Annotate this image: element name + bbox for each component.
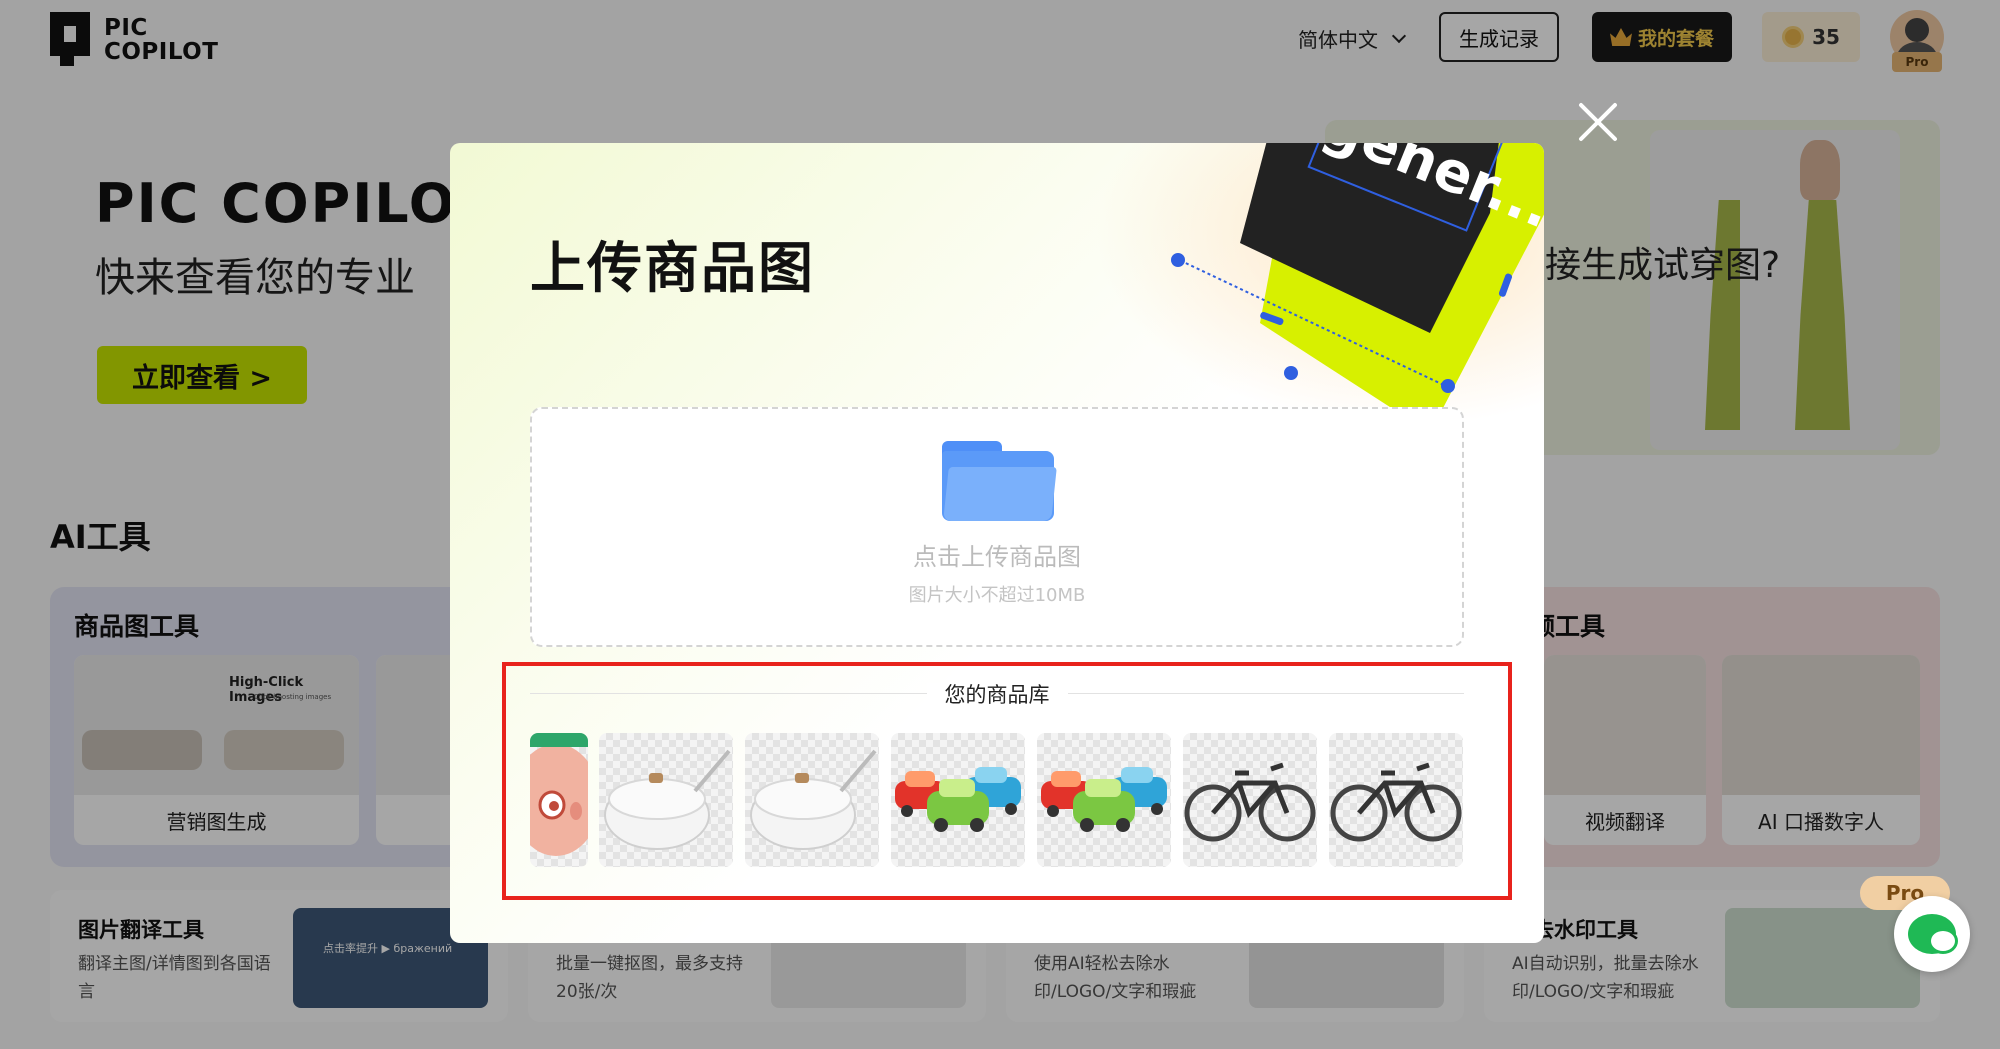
- wechat-chat-button[interactable]: [1894, 896, 1970, 972]
- modal-title: 上传商品图: [530, 236, 816, 300]
- highlight-box: [502, 662, 1512, 900]
- upload-main-text: 点击上传商品图: [913, 543, 1081, 571]
- decorative-generate-graphic: gener...: [1171, 143, 1544, 413]
- upload-size-hint: 图片大小不超过10MB: [908, 585, 1086, 606]
- close-icon[interactable]: [1576, 100, 1620, 144]
- folder-icon: [942, 441, 1057, 521]
- upload-dropzone[interactable]: 点击上传商品图 图片大小不超过10MB: [530, 407, 1464, 647]
